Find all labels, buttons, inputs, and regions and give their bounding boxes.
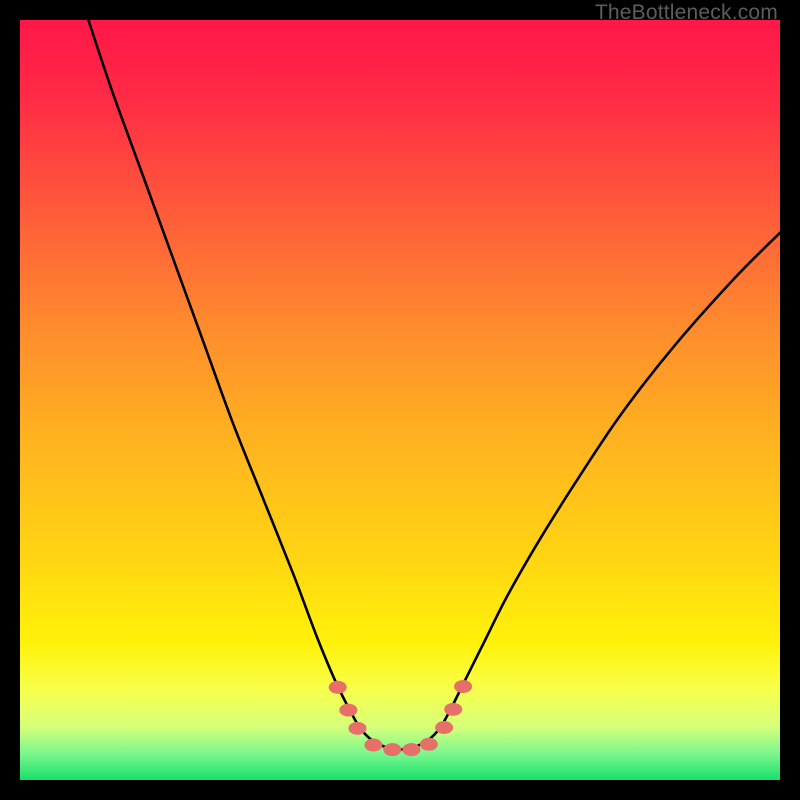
bottleneck-curve <box>88 20 780 750</box>
curve-layer <box>20 20 780 780</box>
plot-area <box>20 20 780 780</box>
watermark-text: TheBottleneck.com <box>595 1 778 25</box>
curve-marker <box>454 680 472 693</box>
curve-marker <box>329 681 347 694</box>
curve-marker <box>420 738 438 751</box>
curve-marker <box>364 739 382 752</box>
curve-marker <box>339 704 357 717</box>
curve-markers <box>329 680 472 756</box>
curve-marker <box>435 721 453 734</box>
curve-marker <box>444 703 462 716</box>
chart-container: TheBottleneck.com <box>0 0 800 800</box>
curve-marker <box>383 743 401 756</box>
curve-marker <box>402 743 420 756</box>
curve-marker <box>348 722 366 735</box>
